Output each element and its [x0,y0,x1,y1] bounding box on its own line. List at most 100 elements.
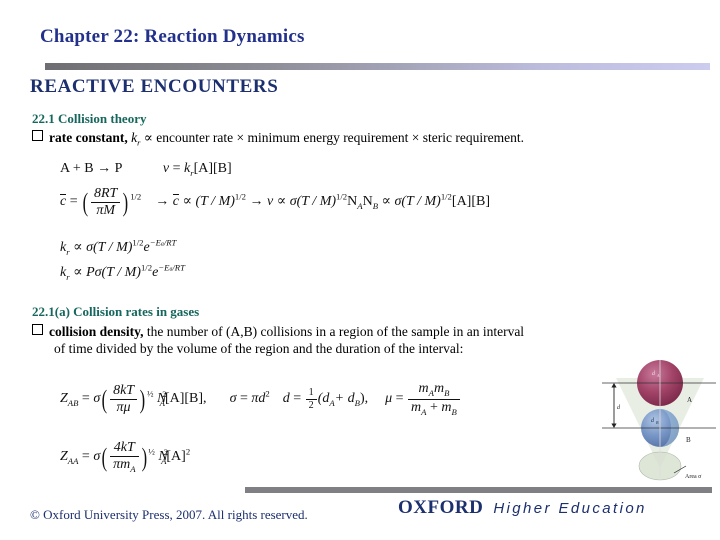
bullet-line-1: the number of (A,B) collisions in a regi… [146,324,525,339]
eqd-exp-arg: −E [158,262,170,272]
eq-term-1: (T / M) [195,194,235,210]
eqd-term-exp: 1/2 [140,262,153,272]
equation-k-steric: kr ∝ Pσ(T / M)1/2e−Ea/RT [60,262,185,281]
eq-speed-num: 8RT [90,186,121,203]
eq-speed-den: πM [96,202,115,218]
figure-svg: d d A d B A B Area σ [602,360,716,481]
equation-ZAA: ZAA = σ(4kT πmA) ½ N2A[A]2 [60,440,190,474]
inline-math-k-sub: r [137,138,141,148]
label-d: d [617,405,621,411]
eqf-Z: Z [60,449,68,465]
eqe-pid: πd [251,391,266,407]
eqf-conc-sup: 2 [185,446,191,457]
eqc-exp-arg-rest: /RT [163,237,177,247]
eq-rate-v: v [162,161,170,176]
collision-cross-section-figure: d d A d B A B Area σ [600,358,718,493]
subheading-collision-theory: 22.1 Collision theory [32,111,147,126]
label-B: B [686,436,691,444]
eq-cbar-2: c [172,194,179,210]
eqe-half-num: 1 [305,387,317,400]
eqe-dsum: (d [317,391,330,407]
eq-reaction-lhs: A + B [60,161,94,176]
eqd-term: (T / M) [101,264,141,280]
title-divider-bar [45,63,710,70]
eqf-Z-sub: AA [67,456,79,467]
eq-term-3-exp: 1/2 [440,191,452,202]
label-A: A [687,396,692,404]
oxford-tagline: Higher Education [493,500,647,517]
eq-v-2: v [267,194,274,210]
eqf-den: πm [113,456,131,472]
eq-reaction-product: P [114,161,122,176]
bullet-lead-text: rate constant, [49,130,128,145]
eq-speed-exp: 1/2 [130,191,142,202]
eq-NB: N [362,194,373,210]
eq-rate-equals: = [172,161,181,176]
right-paren-3: ) [141,441,147,472]
eqf-conc: [A] [166,449,186,465]
eqe-mu-den-plus: + [429,399,438,415]
eqe-Z: Z [60,391,68,407]
oxford-wordmark: OXFORD [398,497,484,518]
eqe-half-den: 2 [308,399,314,411]
eq-NB-sub: B [372,201,378,212]
left-paren-3: ( [101,441,108,472]
oxford-logo: OXFORD Higher Education [398,497,647,519]
label-area-sigma: Area σ [685,474,702,480]
eqd-k-sub: r [66,271,70,282]
eqe-close: ), [359,391,369,407]
eqe-sigma-2: σ [229,391,237,407]
eq-term-2: (T / M) [296,194,337,210]
eqc-sigma: σ [86,239,93,255]
eq-NA: N [347,194,358,210]
eqd-P: P [86,264,95,280]
eq-prop-2: ∝ [276,194,287,210]
eqe-mu-num-a: m [418,381,429,396]
eqe-equals-4: = [395,391,404,407]
square-bullet-icon [32,130,43,141]
eq-term-3: (T / M) [401,194,441,210]
eq-prop-3: ∝ [381,194,391,210]
eqf-den-sub: A [130,463,136,474]
eqf-exp: ½ [148,446,155,457]
left-paren-2: ( [101,383,108,414]
eq-term-1-exp: 1/2 [234,191,246,202]
d-arrow-up [611,383,617,388]
eq-cbar-equals: = [69,194,78,210]
eqe-plus: + d [334,391,355,407]
eqe-equals: = [81,391,90,407]
eq-arrow-2: → [249,194,264,210]
copyright-text: © Oxford University Press, 2007. All rig… [30,507,308,522]
eq-arrow-1: → [155,194,170,210]
eqe-d: d [282,391,290,407]
eqc-k-sub: r [66,246,70,257]
eq-conc-3: [A][B] [451,194,491,210]
eqf-sigma: σ [93,449,101,465]
right-paren-2: ) [139,383,146,414]
eq-prop-1: ∝ [182,194,192,210]
eqf-equals: = [81,449,90,465]
subheading-collision-rates: 22.1(a) Collision rates in gases [32,304,200,319]
bullet-collision-density: collision density, the number of (A,B) c… [32,323,712,357]
eqe-equals-3: = [293,391,302,407]
eqd-exp-arg-rest: /RT [172,262,185,272]
eq-term-2-exp: 1/2 [336,191,348,202]
eq-sigma-1: σ [289,194,297,210]
eqe-num: 8kT [110,383,138,400]
label-dA-sub: A [656,373,660,378]
left-paren: ( [82,186,89,217]
eqe-mu-num-b: m [433,381,445,396]
bullet-lead-text-2: collision density, [49,324,144,339]
eq-cbar: c [60,194,67,210]
eqe-mu-den-a: m [411,399,422,415]
eqe-mu-num-b-sub: B [444,387,450,398]
page-title: Chapter 22: Reaction Dynamics [40,26,305,47]
equation-ZAB: ZAB = σ(8kT πμ) ½ N2A[A][B], σ = πd2 d = 1… [60,381,461,417]
bullet-rest-text: ∝ encounter rate × minimum energy requir… [143,130,524,145]
eqc-term-exp: 1/2 [132,237,144,247]
eqc-prop: ∝ [73,239,83,255]
eqe-den: πμ [116,399,131,415]
equation-reaction-rate-law: A + B → P v = kr[A][B] [60,161,232,178]
equation-mean-speed-chain: c = (8RT πM) 1/2 → c ∝ (T / M)1/2 → v ∝ σ(… [60,186,490,218]
eqc-exp-arg: −E [149,237,161,247]
